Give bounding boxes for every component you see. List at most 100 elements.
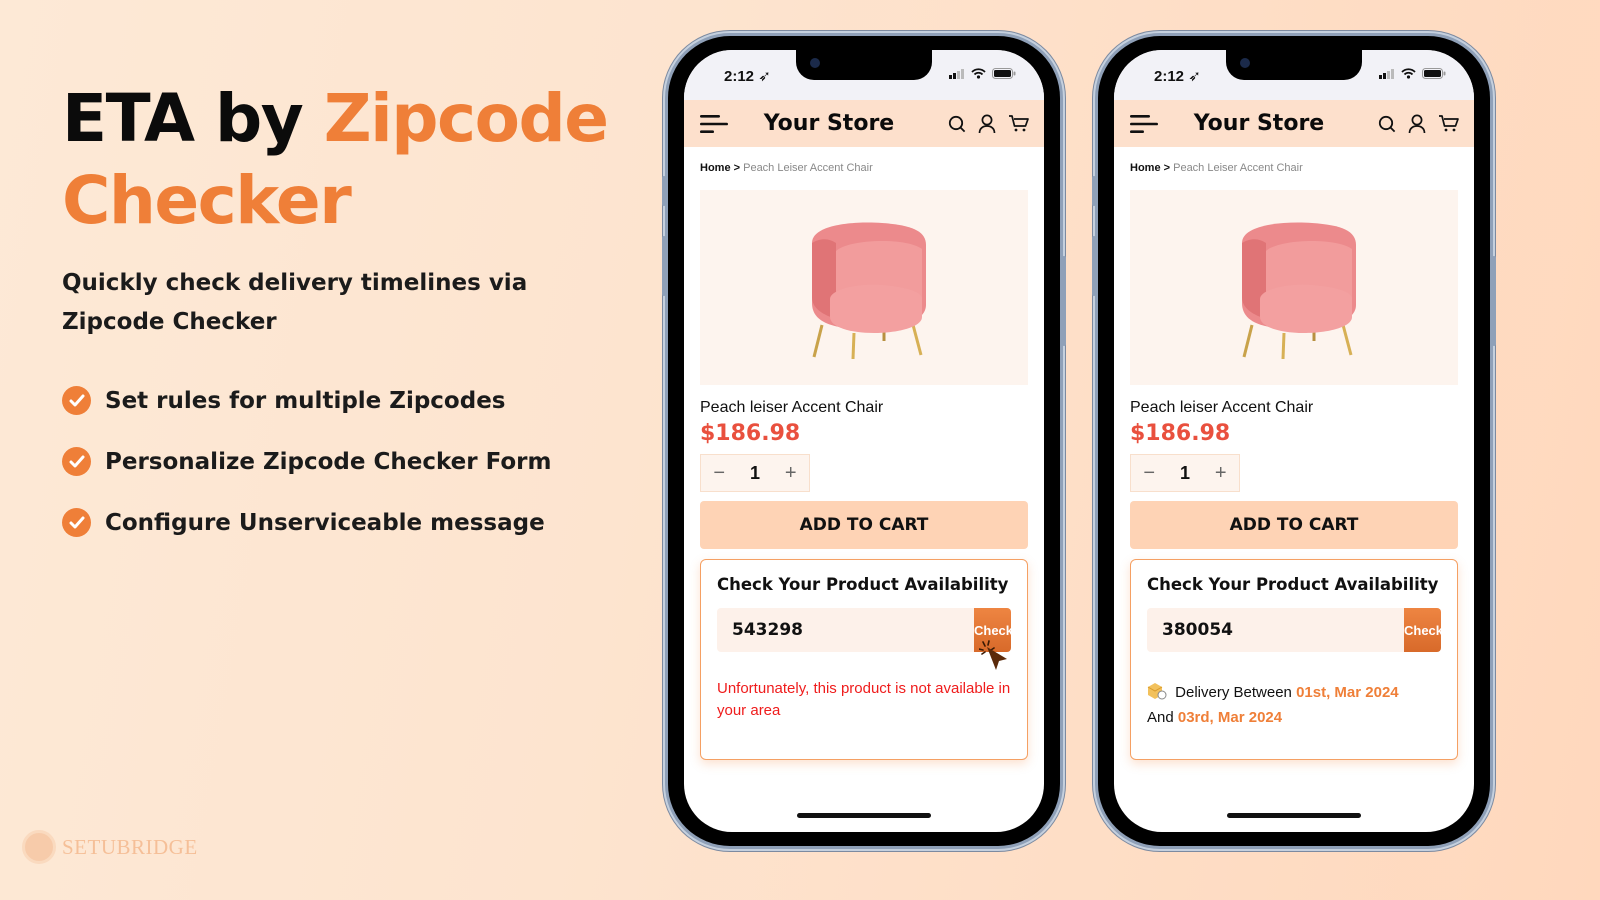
product-price: $186.98 <box>700 421 801 446</box>
camera-icon <box>810 58 820 68</box>
camera-icon <box>1240 58 1250 68</box>
status-icons <box>1379 68 1446 79</box>
feature-item: Personalize Zipcode Checker Form <box>62 431 551 492</box>
brand-logo: SETUBRIDGE <box>22 830 198 864</box>
menu-icon[interactable] <box>700 114 728 134</box>
phone-mockup-available: 2:12 ➶ Your Store Home > Peach Leiser Ac… <box>1092 36 1496 846</box>
phone-side-button <box>1062 256 1066 346</box>
feature-label: Configure Unserviceable message <box>105 509 545 536</box>
product-name: Peach leiser Accent Chair <box>700 399 884 416</box>
phone-side-button <box>1092 176 1096 206</box>
hero-title-accent: Zipcode <box>323 80 609 157</box>
check-button[interactable]: Check <box>1404 608 1441 652</box>
availability-title: Check Your Product Availability <box>1147 575 1439 594</box>
search-icon[interactable] <box>1378 115 1396 133</box>
feature-item: Configure Unserviceable message <box>62 492 551 553</box>
status-bar: 2:12 ➶ <box>1114 50 1474 100</box>
breadcrumb-current: Peach Leiser Accent Chair <box>1173 162 1303 174</box>
cart-icon[interactable] <box>1438 114 1460 133</box>
pink-armchair-image <box>1242 222 1356 359</box>
quantity-value[interactable]: 1 <box>750 463 760 484</box>
delivery-end-date: 03rd, Mar 2024 <box>1177 709 1283 726</box>
delivery-prefix: Delivery Between <box>1175 684 1292 701</box>
store-title[interactable]: Your Store <box>1164 111 1354 136</box>
breadcrumb-home[interactable]: Home > <box>1130 162 1170 174</box>
delivery-and: And <box>1147 709 1174 726</box>
availability-checker: Check Your Product Availability Check De… <box>1130 559 1458 760</box>
status-time: 2:12 ➶ <box>1154 68 1201 85</box>
breadcrumb: Home > Peach Leiser Accent Chair <box>1114 147 1474 185</box>
battery-icon <box>1422 68 1446 79</box>
availability-title: Check Your Product Availability <box>717 575 1009 594</box>
add-to-cart-button[interactable]: ADD TO CART <box>1130 501 1458 549</box>
status-icons <box>949 68 1016 79</box>
feature-label: Personalize Zipcode Checker Form <box>105 448 552 475</box>
phone-screen: 2:12 ➶ Your Store Home > Peach Leiser Ac… <box>684 50 1044 832</box>
hero-title-black: ETA by <box>62 80 324 157</box>
brand-leaf-icon <box>22 830 56 864</box>
account-icon[interactable] <box>1408 114 1426 134</box>
check-circle-icon <box>62 386 91 415</box>
notch <box>1226 50 1362 80</box>
store-header: Your Store <box>684 100 1044 147</box>
add-to-cart-button[interactable]: ADD TO CART <box>700 501 1028 549</box>
hero: ETA by Zipcode Checker Quickly check del… <box>62 78 642 342</box>
quantity-stepper: − 1 + <box>1130 454 1240 492</box>
product-price: $186.98 <box>1130 421 1231 446</box>
delivery-start-date: 01st, Mar 2024 <box>1296 684 1399 701</box>
store-title[interactable]: Your Store <box>734 111 924 136</box>
menu-icon[interactable] <box>1130 114 1158 134</box>
product-image[interactable] <box>1130 190 1458 385</box>
phone-screen: 2:12 ➶ Your Store Home > Peach Leiser Ac… <box>1114 50 1474 832</box>
breadcrumb-home[interactable]: Home > <box>700 162 740 174</box>
breadcrumb-current: Peach Leiser Accent Chair <box>743 162 873 174</box>
wifi-icon <box>1401 68 1416 79</box>
hero-subtitle: Quickly check delivery timelines via Zip… <box>62 270 528 335</box>
location-arrow-icon: ➶ <box>758 68 771 85</box>
product-image[interactable] <box>700 190 1028 385</box>
signal-icon <box>949 68 964 79</box>
brand-name: SETUBRIDGE <box>62 834 198 859</box>
status-bar: 2:12 ➶ <box>684 50 1044 100</box>
package-clock-icon <box>1147 683 1167 700</box>
feature-list: Set rules for multiple Zipcodes Personal… <box>62 370 551 553</box>
home-indicator <box>1227 813 1361 818</box>
delivery-estimate: Delivery Between 01st, Mar 2024 And 03rd… <box>1147 680 1441 730</box>
feature-label: Set rules for multiple Zipcodes <box>105 387 506 414</box>
signal-icon <box>1379 68 1394 79</box>
quantity-increase-button[interactable]: + <box>785 462 797 485</box>
phone-side-button <box>662 176 666 206</box>
unserviceable-message: Unfortunately, this product is not avail… <box>717 680 1011 719</box>
search-icon[interactable] <box>948 115 966 133</box>
location-arrow-icon: ➶ <box>1188 68 1201 85</box>
phone-side-button <box>1492 256 1496 346</box>
store-header: Your Store <box>1114 100 1474 147</box>
check-circle-icon <box>62 447 91 476</box>
home-indicator <box>797 813 931 818</box>
click-cursor-icon <box>979 640 1007 670</box>
hero-title: ETA by Zipcode Checker <box>62 78 642 242</box>
zipcode-input[interactable] <box>1147 608 1404 652</box>
account-icon[interactable] <box>978 114 996 134</box>
check-circle-icon <box>62 508 91 537</box>
product-name: Peach leiser Accent Chair <box>1130 399 1314 416</box>
zip-form: Check <box>1147 608 1441 652</box>
feature-item: Set rules for multiple Zipcodes <box>62 370 551 431</box>
quantity-stepper: − 1 + <box>700 454 810 492</box>
quantity-decrease-button[interactable]: − <box>1143 462 1155 485</box>
hero-title-accent-2: Checker <box>62 162 352 239</box>
pink-armchair-image <box>812 222 926 359</box>
notch <box>796 50 932 80</box>
status-time: 2:12 ➶ <box>724 68 771 85</box>
cart-icon[interactable] <box>1008 114 1030 133</box>
quantity-value[interactable]: 1 <box>1180 463 1190 484</box>
phone-side-button <box>1092 236 1096 296</box>
quantity-decrease-button[interactable]: − <box>713 462 725 485</box>
phone-side-button <box>662 236 666 296</box>
zip-form: Check <box>717 608 1011 652</box>
quantity-increase-button[interactable]: + <box>1215 462 1227 485</box>
zipcode-input[interactable] <box>717 608 974 652</box>
breadcrumb: Home > Peach Leiser Accent Chair <box>684 147 1044 185</box>
phone-mockup-unavailable: 2:12 ➶ Your Store Home > Peach Leiser Ac… <box>662 36 1066 846</box>
wifi-icon <box>971 68 986 79</box>
